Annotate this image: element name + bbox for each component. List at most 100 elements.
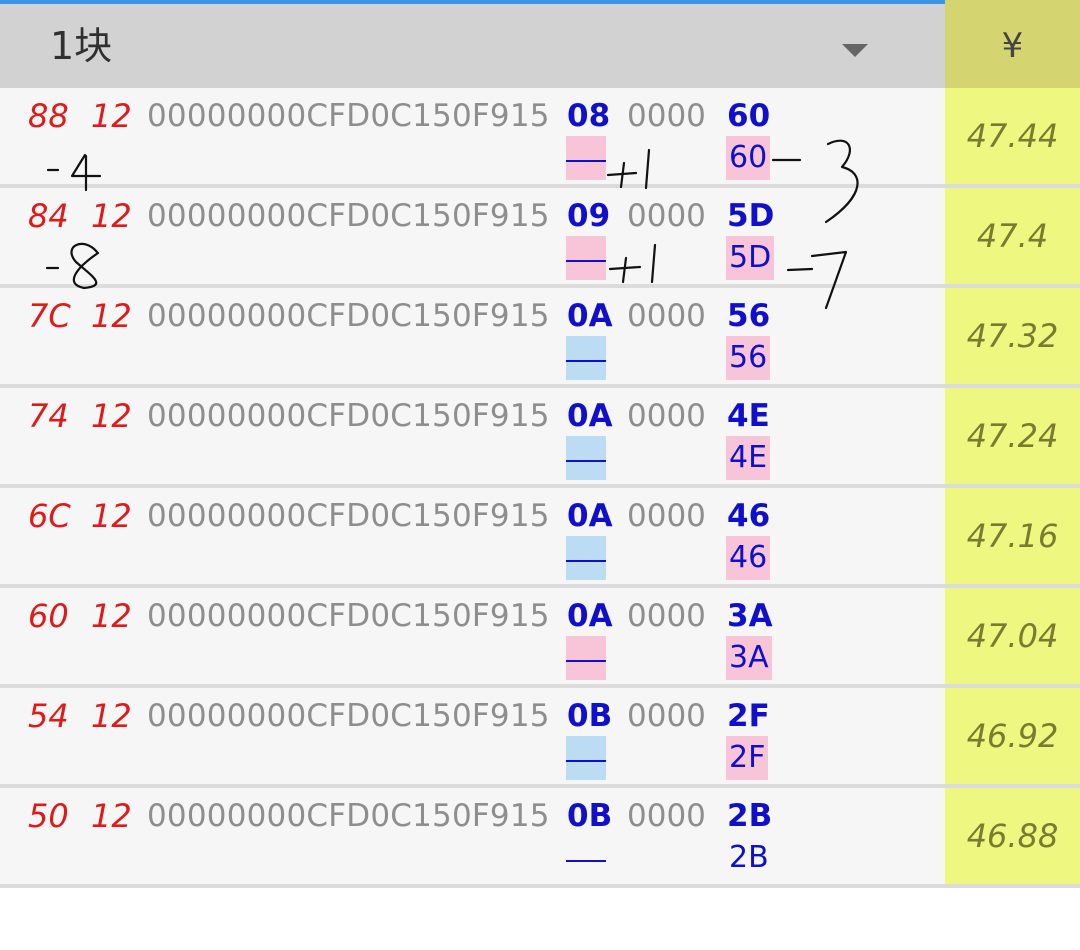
dash-mark <box>566 160 606 162</box>
length-value: 12 <box>91 397 132 435</box>
hash-value: 00000000CFD0C150F915 <box>147 798 550 834</box>
list-item[interactable]: 60 12 00000000CFD0C150F915 0A 0000 3A 3A 47.04 <box>0 588 1080 688</box>
list-item[interactable]: 74 12 00000000CFD0C150F915 0A 0000 4E 4E 47.24 <box>0 388 1080 488</box>
hash-value: 00000000CFD0C150F915 <box>147 98 550 134</box>
hash-value: 00000000CFD0C150F915 <box>147 598 550 634</box>
hash-value: 00000000CFD0C150F915 <box>147 498 550 534</box>
hash-value: 00000000CFD0C150F915 <box>147 698 550 734</box>
byte-value: 3A <box>727 598 773 634</box>
byte-value: 4E <box>727 398 770 434</box>
offset-value: 74 <box>28 397 69 435</box>
dash-mark <box>566 860 606 862</box>
zeros-value: 0000 <box>627 698 706 734</box>
zeros-value: 0000 <box>627 398 706 434</box>
price-cell: 46.92 <box>945 688 1080 784</box>
byte-value: 2B <box>727 798 773 834</box>
dash-mark <box>566 360 606 362</box>
price-cell: 47.44 <box>945 88 1080 184</box>
length-value: 12 <box>91 597 132 635</box>
list-item[interactable]: 50 12 00000000CFD0C150F915 0B 0000 2B 2B 46.88 <box>0 788 1080 888</box>
sub-byte-value: 4E <box>726 436 771 480</box>
status-flag <box>566 236 606 280</box>
length-value: 12 <box>91 97 132 135</box>
length-value: 12 <box>91 197 132 235</box>
price-cell: 47.32 <box>945 288 1080 384</box>
row-divider <box>0 884 1080 888</box>
sub-byte-value: 60 <box>726 136 771 180</box>
dash-mark <box>566 460 606 462</box>
byte-value: 56 <box>727 298 771 334</box>
byte-value: 2F <box>727 698 770 734</box>
length-value: 12 <box>91 297 132 335</box>
price-value: 47.32 <box>966 317 1059 355</box>
price-value: 47.4 <box>976 217 1049 255</box>
zeros-value: 0000 <box>627 598 706 634</box>
price-cell: 47.16 <box>945 488 1080 584</box>
sub-byte-value: 3A <box>726 636 772 680</box>
code-value: 08 <box>567 98 611 134</box>
sub-byte-value: 46 <box>726 536 771 580</box>
byte-value: 5D <box>727 198 775 234</box>
status-flag <box>566 136 606 180</box>
dash-mark <box>566 260 606 262</box>
amount-selector-label[interactable]: 1块 <box>50 4 112 88</box>
byte-value: 46 <box>727 498 771 534</box>
currency-header: ¥ <box>945 0 1080 88</box>
code-value: 0A <box>567 598 613 634</box>
list-item[interactable]: 6C 12 00000000CFD0C150F915 0A 0000 46 46 47.16 <box>0 488 1080 588</box>
sub-byte-value: 2F <box>726 736 769 780</box>
price-value: 47.24 <box>966 417 1059 455</box>
hash-value: 00000000CFD0C150F915 <box>147 198 550 234</box>
offset-value: 88 <box>28 97 69 135</box>
length-value: 12 <box>91 697 132 735</box>
byte-value: 60 <box>727 98 771 134</box>
dash-mark <box>566 660 606 662</box>
code-value: 0A <box>567 398 613 434</box>
price-value: 47.44 <box>966 117 1059 155</box>
status-flag <box>566 836 606 880</box>
code-value: 0A <box>567 298 613 334</box>
price-value: 46.88 <box>966 817 1059 855</box>
header-bar[interactable]: 1块 <box>0 4 945 88</box>
status-flag <box>566 736 606 780</box>
list-item[interactable]: 84 12 00000000CFD0C150F915 09 0000 5D 5D 47.4 <box>0 188 1080 288</box>
zeros-value: 0000 <box>627 198 706 234</box>
code-value: 0B <box>567 698 613 734</box>
status-flag <box>566 636 606 680</box>
zeros-value: 0000 <box>627 498 706 534</box>
code-value: 0A <box>567 498 613 534</box>
zeros-value: 0000 <box>627 298 706 334</box>
zeros-value: 0000 <box>627 798 706 834</box>
code-value: 0B <box>567 798 613 834</box>
hash-value: 00000000CFD0C150F915 <box>147 298 550 334</box>
price-cell: 47.04 <box>945 588 1080 684</box>
chevron-down-icon[interactable] <box>842 44 868 57</box>
price-cell: 47.4 <box>945 188 1080 284</box>
code-value: 09 <box>567 198 611 234</box>
price-value: 47.16 <box>966 517 1059 555</box>
price-cell: 46.88 <box>945 788 1080 884</box>
offset-value: 60 <box>28 597 69 635</box>
sub-byte-value: 56 <box>726 336 771 380</box>
dash-mark <box>566 560 606 562</box>
offset-value: 6C <box>28 497 71 535</box>
price-value: 47.04 <box>966 617 1059 655</box>
list-item[interactable]: 7C 12 00000000CFD0C150F915 0A 0000 56 56 47.32 <box>0 288 1080 388</box>
offset-value: 7C <box>28 297 71 335</box>
price-cell: 47.24 <box>945 388 1080 484</box>
status-flag <box>566 536 606 580</box>
data-list: 88 12 00000000CFD0C150F915 08 0000 60 60 47.44 8… <box>0 88 1080 888</box>
sub-byte-value: 5D <box>726 236 775 280</box>
offset-value: 50 <box>28 797 69 835</box>
offset-value: 84 <box>28 197 69 235</box>
offset-value: 54 <box>28 697 69 735</box>
zeros-value: 0000 <box>627 98 706 134</box>
sub-byte-value: 2B <box>729 840 769 875</box>
dash-mark <box>566 760 606 762</box>
currency-label: ¥ <box>1001 26 1024 66</box>
length-value: 12 <box>91 497 132 535</box>
list-item[interactable]: 54 12 00000000CFD0C150F915 0B 0000 2F 2F 46.92 <box>0 688 1080 788</box>
list-item[interactable]: 88 12 00000000CFD0C150F915 08 0000 60 60 47.44 <box>0 88 1080 188</box>
price-value: 46.92 <box>966 717 1059 755</box>
hash-value: 00000000CFD0C150F915 <box>147 398 550 434</box>
